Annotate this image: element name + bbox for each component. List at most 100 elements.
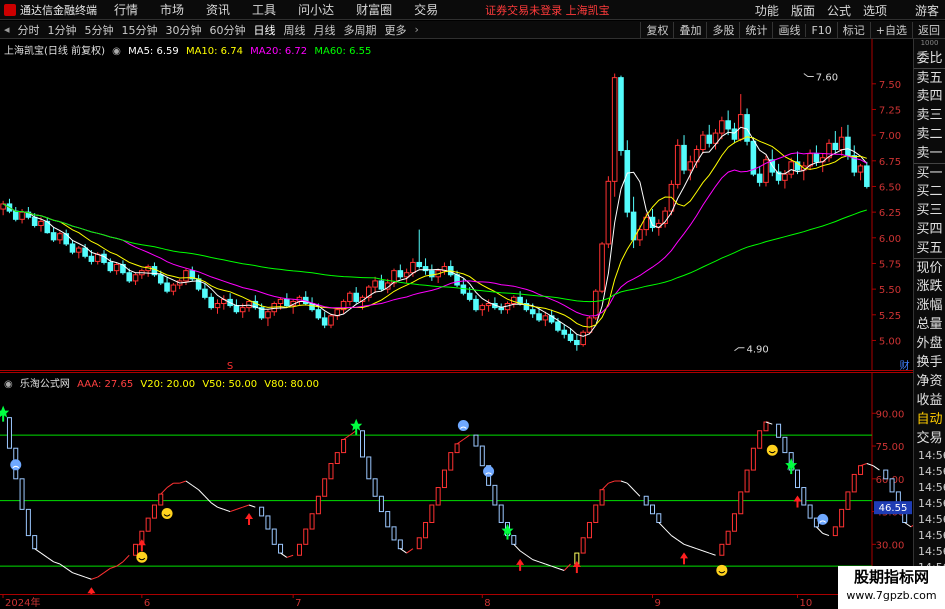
menu-ask[interactable]: 问小达 [287, 1, 345, 18]
price-tick-label: 7.25 [879, 105, 901, 116]
candle-body [466, 292, 473, 300]
menu-layout[interactable]: 版面 [785, 2, 821, 19]
candle-body [782, 173, 788, 181]
menu-market[interactable]: 市场 [149, 1, 195, 18]
indicator-bar [25, 508, 31, 537]
candle-body [214, 303, 221, 309]
quote-net-assets[interactable]: 净资 [914, 372, 945, 391]
tool-overlay[interactable]: 叠加 [673, 22, 706, 38]
indicator-name-label[interactable]: 乐淘公式网 [20, 379, 70, 390]
quote-ask3[interactable]: 卖三 [914, 106, 945, 125]
tool-adjust[interactable]: 复权 [640, 22, 673, 38]
quote-outer-volume[interactable]: 外盘 [914, 334, 945, 353]
indicator-bar [883, 469, 889, 480]
indicator-chart-svg[interactable]: 90.0075.0060.0045.0030.0015.0046.55 [0, 372, 913, 594]
settings-dot-icon[interactable]: ◉ [112, 46, 121, 57]
quote-bid5[interactable]: 买五 [914, 239, 945, 258]
quote-ask2[interactable]: 卖二 [914, 125, 945, 144]
smile-icon [766, 444, 778, 456]
v20-value-label: V20: 20.00 [140, 379, 196, 390]
period-monthly[interactable]: 月线 [310, 22, 340, 38]
indicator-bar [133, 543, 139, 556]
watermark-url: www.7gpzb.com [846, 589, 937, 602]
menu-guest[interactable]: 游客 [893, 2, 945, 19]
tool-add-watchlist[interactable]: +自选 [869, 22, 912, 38]
quote-price[interactable]: 现价 [914, 258, 945, 277]
candle-body [832, 142, 839, 151]
period-intraday[interactable]: 分时 [14, 22, 44, 38]
indicator-bar [423, 521, 429, 539]
smile-icon [161, 508, 173, 520]
menu-functions[interactable]: 功能 [749, 2, 785, 19]
quote-earnings[interactable]: 收益 [914, 391, 945, 410]
menu-options[interactable]: 选项 [857, 2, 893, 19]
tool-multi-stock[interactable]: 多股 [706, 22, 739, 38]
menu-market-quotes[interactable]: 行情 [103, 1, 149, 18]
indicator-bar [372, 478, 378, 497]
tool-back[interactable]: 返回 [912, 22, 945, 38]
menu-trade[interactable]: 交易 [403, 1, 449, 18]
period-1min[interactable]: 1分钟 [44, 22, 81, 38]
ma10-label: MA10: 6.74 [185, 46, 243, 57]
tool-mark[interactable]: 标记 [836, 22, 870, 38]
period-multi[interactable]: 多周期 [340, 22, 381, 38]
candle-body [700, 134, 706, 151]
menu-wealth-circle[interactable]: 财富圈 [345, 1, 403, 18]
period-5min[interactable]: 5分钟 [81, 22, 118, 38]
candle-body [599, 243, 605, 292]
indicator-bar [322, 478, 328, 497]
quote-bid3[interactable]: 买三 [914, 201, 945, 220]
quote-ask4[interactable]: 卖四 [914, 87, 945, 106]
quote-bid2[interactable]: 买二 [914, 182, 945, 201]
candle-body [605, 180, 612, 245]
candle-body [265, 311, 271, 319]
indicator-bar [341, 438, 347, 454]
quote-side-panel: 1000 委比 卖五 卖四 卖三 卖二 卖一 买一 买二 买三 买四 买五 现价… [913, 39, 945, 609]
quote-ask5[interactable]: 卖五 [914, 68, 945, 87]
menu-formula[interactable]: 公式 [821, 2, 857, 19]
price-chart-panel[interactable]: 7.50 7.25 7.00 6.75 6.50 6.25 6.00 5.75 5.50 5.25… [0, 39, 913, 371]
stock-name-label[interactable]: 上海凯宝(日线 前复权) [4, 46, 105, 57]
login-notice[interactable]: 证券交易未登录 上海凯宝 [485, 2, 610, 18]
tool-f10[interactable]: F10 [805, 23, 836, 37]
sad-face-icon [817, 513, 829, 525]
menu-tools[interactable]: 工具 [241, 1, 287, 18]
indicator-chart-panel[interactable]: 90.0075.0060.0045.0030.0015.0046.55 ◉ 乐淘… [0, 372, 913, 594]
quote-change-pct[interactable]: 涨幅 [914, 296, 945, 315]
tool-statistics[interactable]: 统计 [739, 22, 772, 38]
indicator-bar [492, 484, 498, 506]
date-tick-label: 6 [144, 598, 150, 609]
period-15min[interactable]: 15分钟 [118, 22, 162, 38]
quote-bid1[interactable]: 买一 [914, 163, 945, 182]
price-tick-label: 7.50 [879, 80, 901, 91]
period-daily[interactable]: 日线 [250, 22, 280, 38]
collapse-left-icon[interactable]: ◂ [0, 23, 14, 36]
indicator-bar [303, 528, 309, 545]
sad-face-icon [10, 459, 22, 471]
indicator-bar [441, 469, 447, 489]
tool-draw-line[interactable]: 画线 [772, 22, 805, 38]
chevron-right-icon[interactable]: › [411, 23, 423, 36]
quote-ask1[interactable]: 卖一 [914, 144, 945, 163]
period-more[interactable]: 更多 [381, 22, 411, 38]
indicator-bar [315, 495, 321, 515]
tick-time: 14:56 [918, 529, 945, 542]
smile-icon [716, 564, 728, 576]
quote-turnover[interactable]: 换手 [914, 353, 945, 372]
period-60min[interactable]: 60分钟 [206, 22, 250, 38]
candle-body [529, 309, 536, 315]
candle-body [416, 261, 423, 268]
price-chart-svg[interactable]: 7.50 7.25 7.00 6.75 6.50 6.25 6.00 5.75 5.50 5.25… [0, 39, 913, 371]
quote-change[interactable]: 涨跌 [914, 277, 945, 296]
quote-ratio[interactable]: 委比 [914, 49, 945, 68]
menu-news[interactable]: 资讯 [195, 1, 241, 18]
quote-bid4[interactable]: 买四 [914, 220, 945, 239]
period-30min[interactable]: 30分钟 [162, 22, 206, 38]
auto-trade-button[interactable]: 自动 [914, 410, 945, 429]
trade-button[interactable]: 交易 [914, 429, 945, 448]
candle-body [157, 274, 164, 284]
indicator-settings-icon[interactable]: ◉ [4, 379, 13, 390]
event-marker: S [227, 361, 233, 371]
period-weekly[interactable]: 周线 [280, 22, 310, 38]
quote-volume[interactable]: 总量 [914, 315, 945, 334]
